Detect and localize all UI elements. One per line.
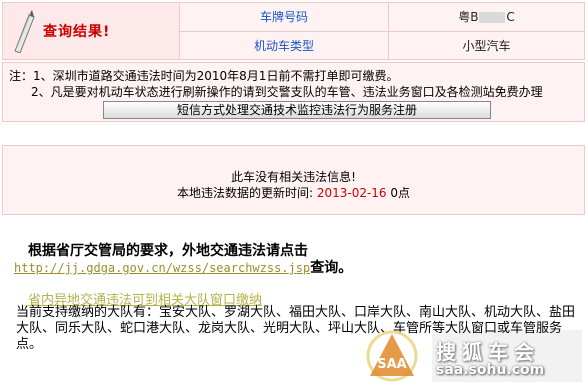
page-title: 查询结果! xyxy=(43,24,111,40)
notes-panel: 注：1、深圳市道路交通违法时间为2010年8月1日前不需打单即可缴费。 2、凡是… xyxy=(2,62,585,122)
update-date: 2013-02-16 xyxy=(316,186,387,200)
sms-register-button[interactable]: 短信方式处理交通技术监控违法行为服务注册 xyxy=(103,101,491,119)
external-query-link[interactable]: http://jj.gdga.gov.cn/wzss/searchwzss.js… xyxy=(14,261,310,275)
no-violation-message: 此车没有相关违法信息! xyxy=(231,170,356,184)
redacted-mask xyxy=(479,12,506,24)
note-line-1: 注：1、深圳市道路交通违法时间为2010年8月1日前不需打单即可缴费。 xyxy=(9,69,399,83)
result-header-table: 查询结果! 车牌号码 粤B C 机动车类型 小型汽车 xyxy=(2,2,585,60)
pen-icon xyxy=(14,10,35,53)
result-panel: 此车没有相关违法信息! 本地违法数据的更新时间: 2013-02-16 0点 xyxy=(2,145,585,215)
note-line-2: 2、凡是要对机动车状态进行刷新操作的请到交警支队的车管、违法业务窗口及各检测站免… xyxy=(31,85,543,99)
plate-value: 粤B C xyxy=(388,2,585,32)
result-title-cell: 查询结果! xyxy=(2,2,180,60)
vehicle-type-value: 小型汽车 xyxy=(388,30,585,60)
watermark-text: 搜狐车会 xyxy=(436,340,540,364)
vehicle-type-label: 机动车类型 xyxy=(179,30,389,60)
watermark-url: saa.sohu.com xyxy=(436,362,545,378)
update-time-line: 本地违法数据的更新时间: 2013-02-16 0点 xyxy=(176,186,411,200)
plate-label: 车牌号码 xyxy=(179,2,389,32)
saa-badge-text: SAA xyxy=(377,357,407,372)
external-query-line: http://jj.gdga.gov.cn/wzss/searchwzss.js… xyxy=(14,260,353,276)
